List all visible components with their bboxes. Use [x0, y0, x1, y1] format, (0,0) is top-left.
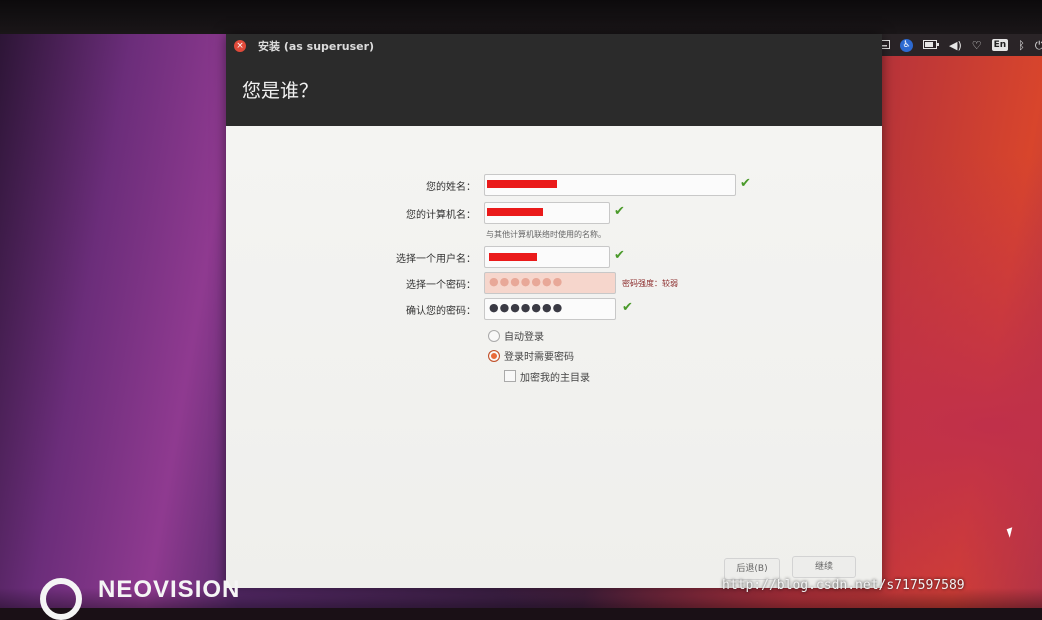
require-password-radio[interactable]	[488, 350, 500, 362]
brand-text: NEOVISION	[98, 576, 241, 603]
auto-login-radio[interactable]	[488, 330, 500, 342]
computer-name-hint: 与其他计算机联络时使用的名称。	[486, 230, 606, 239]
computer-name-valid-check-icon: ✔	[614, 204, 625, 219]
computer-name-label: 您的计算机名：	[406, 210, 476, 221]
name-label: 您的姓名：	[426, 182, 476, 193]
password-field[interactable]: ●●●●●●●	[484, 272, 616, 294]
page-header: 您是谁？	[226, 58, 882, 126]
bluetooth-icon[interactable]: ᛒ	[1018, 40, 1025, 51]
installer-window: × 安装 (as superuser) 您是谁？ 您的姓名： ✔ 您的计算机名：…	[226, 34, 882, 588]
username-label: 选择一个用户名：	[396, 254, 476, 265]
screen-bezel	[0, 0, 1042, 34]
username-field[interactable]	[484, 246, 610, 268]
camera-brand-watermark: NEOVISION	[40, 572, 241, 620]
back-button[interactable]: 后退(B)	[724, 558, 780, 580]
user-form: 您的姓名： ✔ 您的计算机名： ✔ 与其他计算机联络时使用的名称。 选择一个用户…	[226, 126, 882, 588]
password-label: 选择一个密码：	[406, 280, 476, 291]
confirm-password-dots: ●●●●●●●	[489, 301, 564, 314]
require-password-label[interactable]: 登录时需要密码	[504, 348, 574, 363]
password-strength: 密码强度：较弱	[622, 279, 678, 288]
url-watermark: http://blog.csdn.net/s717597589	[722, 578, 965, 593]
top-panel: ♿ ◀) ♡ En ᛒ ⏻	[870, 34, 1042, 56]
redaction-mark	[489, 253, 537, 261]
page-title: 您是谁？	[242, 80, 319, 102]
confirm-password-valid-check-icon: ✔	[622, 300, 633, 315]
accessibility-icon[interactable]: ♿	[900, 38, 913, 52]
name-field[interactable]	[484, 174, 736, 196]
wifi-icon[interactable]: ♡	[972, 40, 982, 51]
encrypt-home-checkbox[interactable]	[504, 370, 516, 382]
encrypt-home-label[interactable]: 加密我的主目录	[520, 369, 590, 384]
window-titlebar: × 安装 (as superuser)	[226, 34, 882, 58]
auto-login-label[interactable]: 自动登录	[504, 328, 544, 343]
keyboard-layout-indicator[interactable]: En	[991, 39, 1009, 51]
power-icon[interactable]: ⏻	[1035, 40, 1042, 51]
close-icon[interactable]: ×	[234, 40, 246, 52]
window-title: 安装 (as superuser)	[258, 40, 375, 53]
continue-button[interactable]: 继续	[792, 556, 856, 578]
confirm-password-label: 确认您的密码：	[406, 306, 476, 317]
password-dots: ●●●●●●●	[489, 275, 564, 288]
name-valid-check-icon: ✔	[740, 176, 751, 191]
battery-icon[interactable]	[923, 39, 939, 51]
computer-name-field[interactable]	[484, 202, 610, 224]
redaction-mark	[487, 208, 543, 216]
username-valid-check-icon: ✔	[614, 248, 625, 263]
brand-ring-icon	[40, 578, 82, 620]
volume-icon[interactable]: ◀)	[949, 40, 962, 51]
confirm-password-field[interactable]: ●●●●●●●	[484, 298, 616, 320]
redaction-mark	[487, 180, 557, 188]
